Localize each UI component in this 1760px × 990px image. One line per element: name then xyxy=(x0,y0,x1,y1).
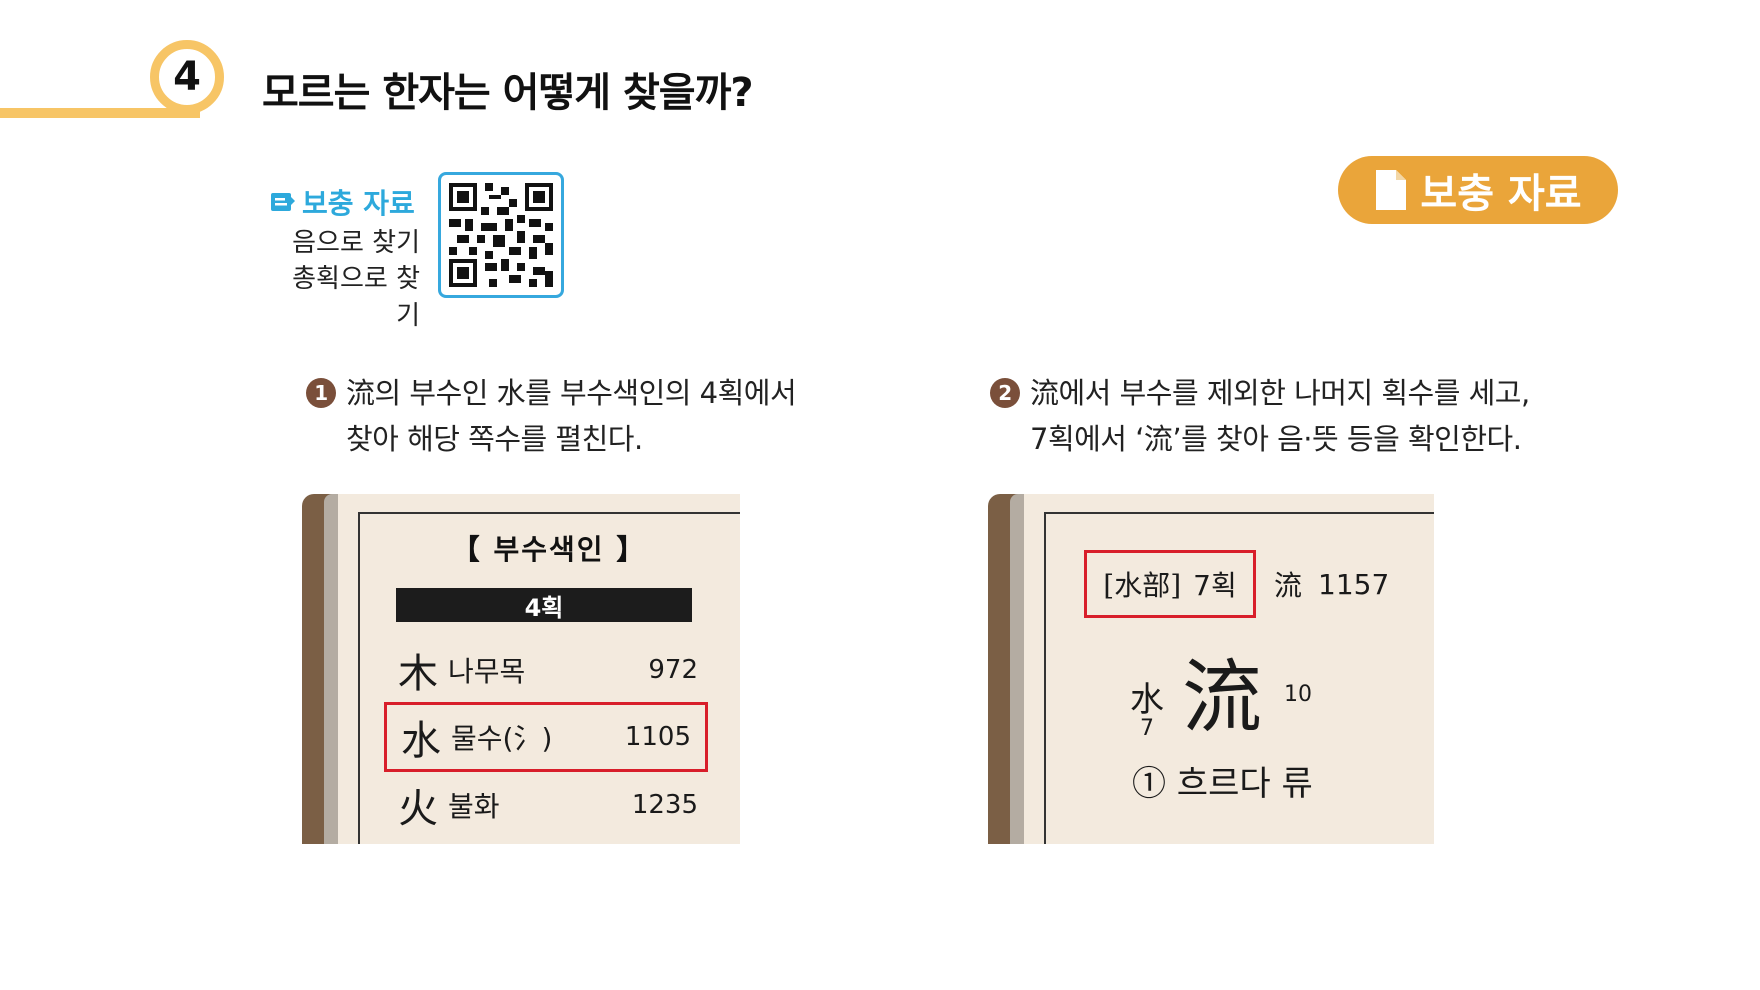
radical-index-page: 【 부수색인 】 4획 木 나무목 972 水 물수(氵) 1105 火 불화 … xyxy=(302,494,740,844)
search-by-sound-link[interactable]: 음으로 찾기 xyxy=(270,222,420,259)
step-1-line-1: 流의 부수인 水를 부수색인의 4획에서 xyxy=(346,376,797,410)
radical-name: 불화 xyxy=(448,790,500,823)
step-2: 2 流에서 부수를 제외한 나머지 획수를 세고, 7획에서 ‘流’를 찾아 음… xyxy=(990,370,1610,462)
radical-name: 물수(氵) xyxy=(451,722,553,755)
index-row: 火 불화 1235 xyxy=(398,774,698,836)
radical-index-title: 【 부수색인 】 xyxy=(451,533,647,566)
stroke-count-bar: 4획 xyxy=(396,588,692,622)
document-icon xyxy=(1376,170,1407,210)
supplement-button-label: 보충 자료 xyxy=(1420,171,1582,217)
stroke-label: 7획 xyxy=(1193,569,1237,602)
meaning-and-sound: ① 흐르다 류 xyxy=(1132,764,1313,804)
page-number: 1235 xyxy=(631,790,698,820)
step-1-badge: 1 xyxy=(306,378,336,408)
radical-name: 나무목 xyxy=(448,655,526,688)
page-title: 모르는 한자는 어떻게 찾을까? xyxy=(262,70,754,116)
index-row-highlighted: 水 물수(氵) 1105 xyxy=(384,702,708,772)
search-by-strokes-link[interactable]: 총획으로 찾기 xyxy=(270,258,420,332)
index-row: 木 나무목 972 xyxy=(398,640,698,700)
step-1: 1 流의 부수인 水를 부수색인의 4획에서 찾아 해당 쪽수를 펼친다. xyxy=(306,370,826,462)
radical-stroke-count: 7 xyxy=(1140,716,1154,741)
dictionary-entry-page: [水部] 7획 流 1157 水 7 流 10 ① 흐르다 류 xyxy=(988,494,1434,844)
step-2-badge: 2 xyxy=(990,378,1020,408)
page-number: 1105 xyxy=(624,722,691,752)
radical-hanja: 水 xyxy=(401,718,441,764)
supplement-button[interactable]: 보충 자료 xyxy=(1338,156,1618,224)
supplement-label: 보충 자료 xyxy=(302,187,415,220)
document-icon xyxy=(271,193,295,211)
entry-reference: 流 1157 xyxy=(1274,564,1389,604)
radical-small: 水 xyxy=(1130,680,1164,720)
step-2-line-2: 7획에서 ‘流’를 찾아 음·뜻 등을 확인한다. xyxy=(1030,422,1522,456)
radical-stroke-box: [水部] 7획 xyxy=(1084,550,1256,618)
entry-hanja: 流 xyxy=(1274,569,1303,602)
headword-hanja: 流 xyxy=(1182,651,1262,744)
section-number: 4 xyxy=(150,40,224,114)
step-1-line-2: 찾아 해당 쪽수를 펼친다. xyxy=(346,422,643,456)
radical-hanja: 火 xyxy=(398,786,438,832)
radical-hanja: 木 xyxy=(398,651,438,697)
supplement-link[interactable]: 보충 자료 xyxy=(270,182,415,222)
total-stroke-count: 10 xyxy=(1284,682,1312,707)
step-2-line-1: 流에서 부수를 제외한 나머지 획수를 세고, xyxy=(1030,376,1530,410)
qr-code-image xyxy=(449,183,553,287)
qr-code[interactable] xyxy=(438,172,564,298)
page-number: 972 xyxy=(648,655,698,685)
entry-page-number: 1157 xyxy=(1318,567,1390,601)
radical-label: [水部] xyxy=(1103,569,1182,602)
